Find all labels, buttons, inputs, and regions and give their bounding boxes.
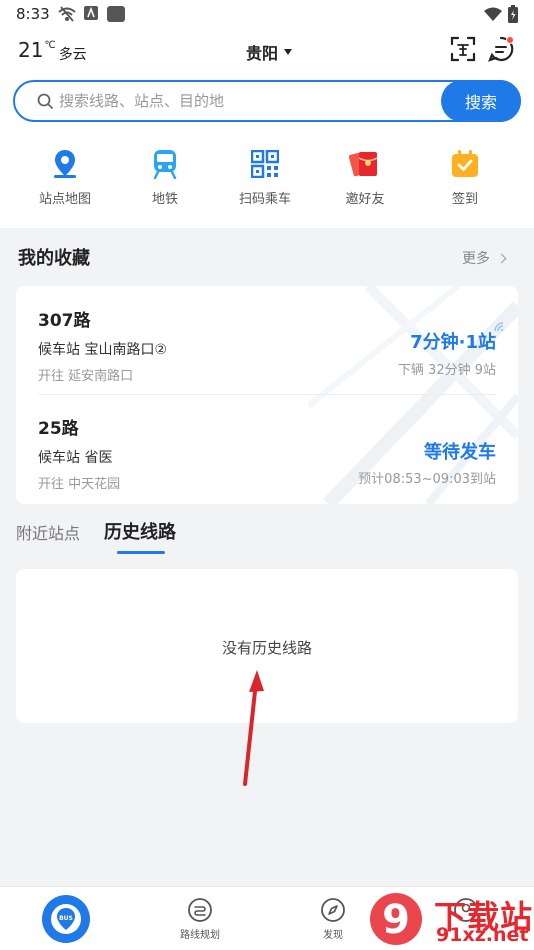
status-time: 8:33 bbox=[16, 5, 50, 23]
realtime-signal-icon bbox=[494, 322, 504, 332]
quick-action-scan-ride[interactable]: 扫码乘车 bbox=[215, 148, 315, 208]
search-icon bbox=[37, 93, 53, 109]
tab-label: 历史线路 bbox=[104, 522, 177, 543]
red-envelope-icon bbox=[349, 148, 381, 180]
favorites-more-link[interactable]: 更多 bbox=[462, 248, 507, 268]
quick-action-label: 扫码乘车 bbox=[238, 192, 291, 207]
scan-text-button[interactable] bbox=[450, 36, 476, 62]
qr-code-icon bbox=[249, 148, 281, 180]
notification-badge bbox=[506, 36, 514, 44]
status-bar: 8:33 bbox=[0, 0, 534, 28]
watermark-logo-icon: 9 bbox=[370, 893, 422, 945]
compass-icon bbox=[321, 898, 345, 922]
message-button[interactable] bbox=[488, 36, 514, 62]
weather-description: 多云 bbox=[58, 47, 87, 63]
quick-action-checkin[interactable]: 签到 bbox=[415, 148, 515, 208]
calendar-check-icon bbox=[449, 148, 481, 180]
divider bbox=[38, 394, 496, 395]
city-selector[interactable]: 贵阳 bbox=[246, 40, 293, 64]
quick-actions: 站点地图 地铁 扫码乘车 邀好友 签到 bbox=[0, 148, 534, 208]
temperature: 21 bbox=[18, 38, 44, 62]
subway-icon bbox=[149, 148, 181, 180]
favorite-route-item[interactable]: 307路 候车站 宝山南路口② 开往 延安南路口 7分钟·1站 下辆 32分钟 … bbox=[38, 306, 504, 384]
square-notification-icon bbox=[107, 6, 125, 22]
app-notification-icon bbox=[84, 6, 98, 20]
nav-discover[interactable]: 发现 bbox=[293, 897, 373, 941]
search-input[interactable] bbox=[59, 88, 429, 114]
quick-action-label: 邀好友 bbox=[345, 192, 385, 207]
route-eta: 等待发车 bbox=[424, 442, 496, 463]
chevron-right-icon bbox=[496, 253, 507, 263]
search-bar[interactable]: 搜索 bbox=[13, 80, 521, 122]
more-label: 更多 bbox=[462, 251, 490, 267]
route-arrival-estimate: 预计08:53~09:03到站 bbox=[358, 472, 496, 487]
scan-text-icon bbox=[450, 36, 476, 62]
nav-label: 路线规划 bbox=[180, 930, 220, 941]
route-planning-icon bbox=[188, 898, 212, 922]
tab-nearby-stations[interactable]: 附近站点 bbox=[16, 520, 80, 544]
quick-action-label: 地铁 bbox=[151, 192, 178, 207]
weather-widget[interactable]: 21 ℃ 多云 bbox=[18, 38, 87, 64]
city-name: 贵阳 bbox=[246, 44, 279, 63]
temperature-unit: ℃ bbox=[44, 40, 56, 51]
battery-icon bbox=[508, 5, 518, 23]
active-tab-indicator bbox=[117, 551, 166, 554]
route-name: 25路 bbox=[38, 419, 79, 439]
header: 21 ℃ 多云 贵阳 搜索线路、站点、目的地 搜索 站点地图 地铁 扫码乘车 邀… bbox=[0, 28, 534, 228]
quick-action-invite[interactable]: 邀好友 bbox=[315, 148, 415, 208]
bus-icon: BUS bbox=[51, 904, 81, 934]
watermark-url: 91xz.net bbox=[436, 924, 529, 946]
watermark-logo-glyph: 9 bbox=[382, 897, 410, 943]
annotation-arrow-icon bbox=[243, 670, 264, 786]
nav-route-planning[interactable]: 路线规划 bbox=[160, 897, 240, 941]
tab-history-routes[interactable]: 历史线路 bbox=[104, 518, 177, 554]
empty-state-message: 没有历史线路 bbox=[221, 639, 312, 657]
tab-bar: 附近站点 历史线路 bbox=[16, 518, 200, 554]
favorites-title: 我的收藏 bbox=[18, 248, 90, 269]
wifi-icon bbox=[484, 7, 502, 21]
caret-down-icon bbox=[284, 49, 293, 55]
nav-label: 发现 bbox=[323, 930, 343, 941]
quick-action-station-map[interactable]: 站点地图 bbox=[15, 148, 115, 208]
nav-bus-home[interactable]: BUS bbox=[42, 895, 90, 943]
search-button[interactable]: 搜索 bbox=[441, 80, 521, 122]
map-pin-icon bbox=[49, 148, 81, 180]
quick-action-label: 站点地图 bbox=[38, 192, 91, 207]
route-next-bus: 下辆 32分钟 9站 bbox=[397, 363, 496, 378]
quick-action-label: 签到 bbox=[451, 192, 478, 207]
watermark: 9 下载站 91xz.net bbox=[366, 888, 534, 950]
quick-action-subway[interactable]: 地铁 bbox=[115, 148, 215, 208]
svg-text:BUS: BUS bbox=[59, 915, 73, 922]
wifi-off-icon bbox=[58, 6, 76, 22]
route-eta: 7分钟·1站 bbox=[410, 332, 496, 353]
favorite-route-item[interactable]: 25路 候车站 省医 开往 中天花园 等待发车 预计08:53~09:03到站 bbox=[38, 414, 496, 492]
favorites-card: 307路 候车站 宝山南路口② 开往 延安南路口 7分钟·1站 下辆 32分钟 … bbox=[16, 286, 518, 504]
